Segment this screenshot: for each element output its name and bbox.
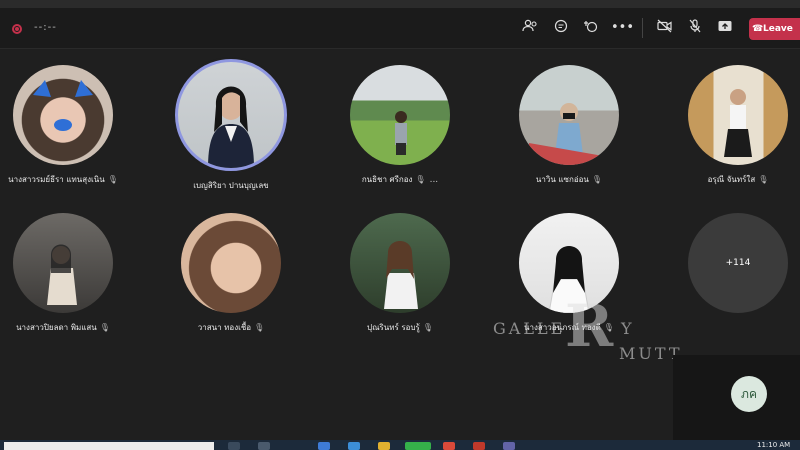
share-icon[interactable] — [715, 19, 735, 37]
taskbar-app-icon[interactable] — [258, 442, 270, 450]
title-strip — [0, 0, 800, 8]
taskbar-app-icon[interactable] — [405, 442, 431, 450]
mic-muted-icon: 🎙 — [107, 175, 118, 184]
chat-icon[interactable] — [551, 19, 571, 37]
participant-avatar — [13, 65, 113, 165]
teams-icon[interactable] — [503, 442, 515, 450]
taskbar-app-icon[interactable] — [443, 442, 455, 450]
mic-muted-icon: 🎙 — [415, 175, 426, 184]
participant-name: อรุณี จันทร์ใส — [707, 175, 756, 184]
taskbar-app-icon[interactable] — [318, 442, 330, 450]
participant-name: กนธิชา ศรีกอง — [361, 175, 413, 184]
taskbar-app-icon[interactable] — [473, 442, 485, 450]
watermark-text-left: GALLE — [493, 319, 566, 338]
watermark-mark: R — [565, 292, 614, 360]
participant-tile[interactable]: นางสาวรมย์ธีรา แทนสุงเนิน 🎙 — [3, 65, 123, 186]
participant-tile[interactable]: นางสาวปิยลดา พิมแสน 🎙 — [3, 213, 123, 334]
meeting-toolbar: --:-- ••• ☎ Leave — [0, 8, 800, 49]
mic-muted-icon: 🎙 — [254, 323, 265, 332]
overflow-participants-tile[interactable]: +114 — [678, 213, 798, 313]
participant-avatar — [688, 65, 788, 165]
mic-muted-icon: 🎙 — [591, 175, 603, 184]
self-avatar: ภค — [731, 376, 767, 412]
overflow-count[interactable]: +114 — [688, 213, 788, 313]
participant-avatar — [175, 59, 287, 171]
participant-tile[interactable]: อรุณี จันทร์ใส 🎙 — [678, 65, 798, 186]
meeting-timer: --:-- — [34, 22, 57, 33]
participant-tile[interactable]: กนธิชา ศรีกอง 🎙... — [340, 65, 460, 186]
mic-off-icon[interactable] — [685, 19, 705, 37]
participant-name: นางสาวรมย์ธีรา แทนสุงเนิน — [8, 175, 105, 184]
toolbar-divider — [642, 18, 643, 38]
participant-avatar — [181, 213, 281, 313]
participant-name: นางสาวปิยลดา พิมแสน — [16, 323, 97, 332]
taskbar-clock: 11:10 AM — [757, 441, 791, 449]
participant-avatar — [519, 65, 619, 165]
more-icon[interactable]: ••• — [611, 19, 634, 37]
participant-tile[interactable]: ปุณรินทร์ รอบรู้ 🎙 — [340, 213, 460, 334]
watermark-text-y: Y — [621, 319, 632, 338]
leave-button[interactable]: ☎ Leave — [749, 18, 800, 40]
taskbar-app-icon[interactable] — [348, 442, 360, 450]
folder-icon[interactable] — [378, 442, 390, 450]
leave-label: Leave — [763, 24, 793, 34]
participant-tile[interactable]: นาวิน แซกอ่อน 🎙 — [509, 65, 629, 186]
mic-muted-icon: 🎙 — [758, 175, 769, 184]
recording-icon — [12, 24, 22, 34]
people-icon[interactable] — [520, 19, 540, 37]
mic-muted-icon: 🎙 — [99, 323, 110, 332]
participant-avatar — [13, 213, 113, 313]
participant-tile-speaking[interactable]: เบญสิริยา ปานบุญเลข — [171, 59, 291, 192]
participant-name: นาวิน แซกอ่อน — [535, 175, 589, 184]
taskbar-search-box[interactable] — [4, 442, 214, 450]
participant-name: วาสนา ทองเชื้อ — [197, 323, 252, 332]
phone-icon: ☎ — [752, 24, 764, 34]
participant-more-icon[interactable]: ... — [430, 175, 439, 185]
participant-avatar — [350, 213, 450, 313]
reactions-icon[interactable] — [581, 19, 601, 37]
mic-muted-icon: 🎙 — [422, 323, 433, 332]
participant-avatar — [350, 65, 450, 165]
participant-name: เบญสิริยา ปานบุญเลข — [193, 181, 269, 190]
participant-name: ปุณรินทร์ รอบรู้ — [366, 323, 420, 332]
taskview-icon[interactable] — [228, 442, 240, 450]
self-view[interactable]: ภค — [673, 355, 800, 440]
camera-off-icon[interactable] — [655, 19, 675, 37]
participant-tile[interactable]: วาสนา ทองเชื้อ 🎙 — [171, 213, 291, 334]
